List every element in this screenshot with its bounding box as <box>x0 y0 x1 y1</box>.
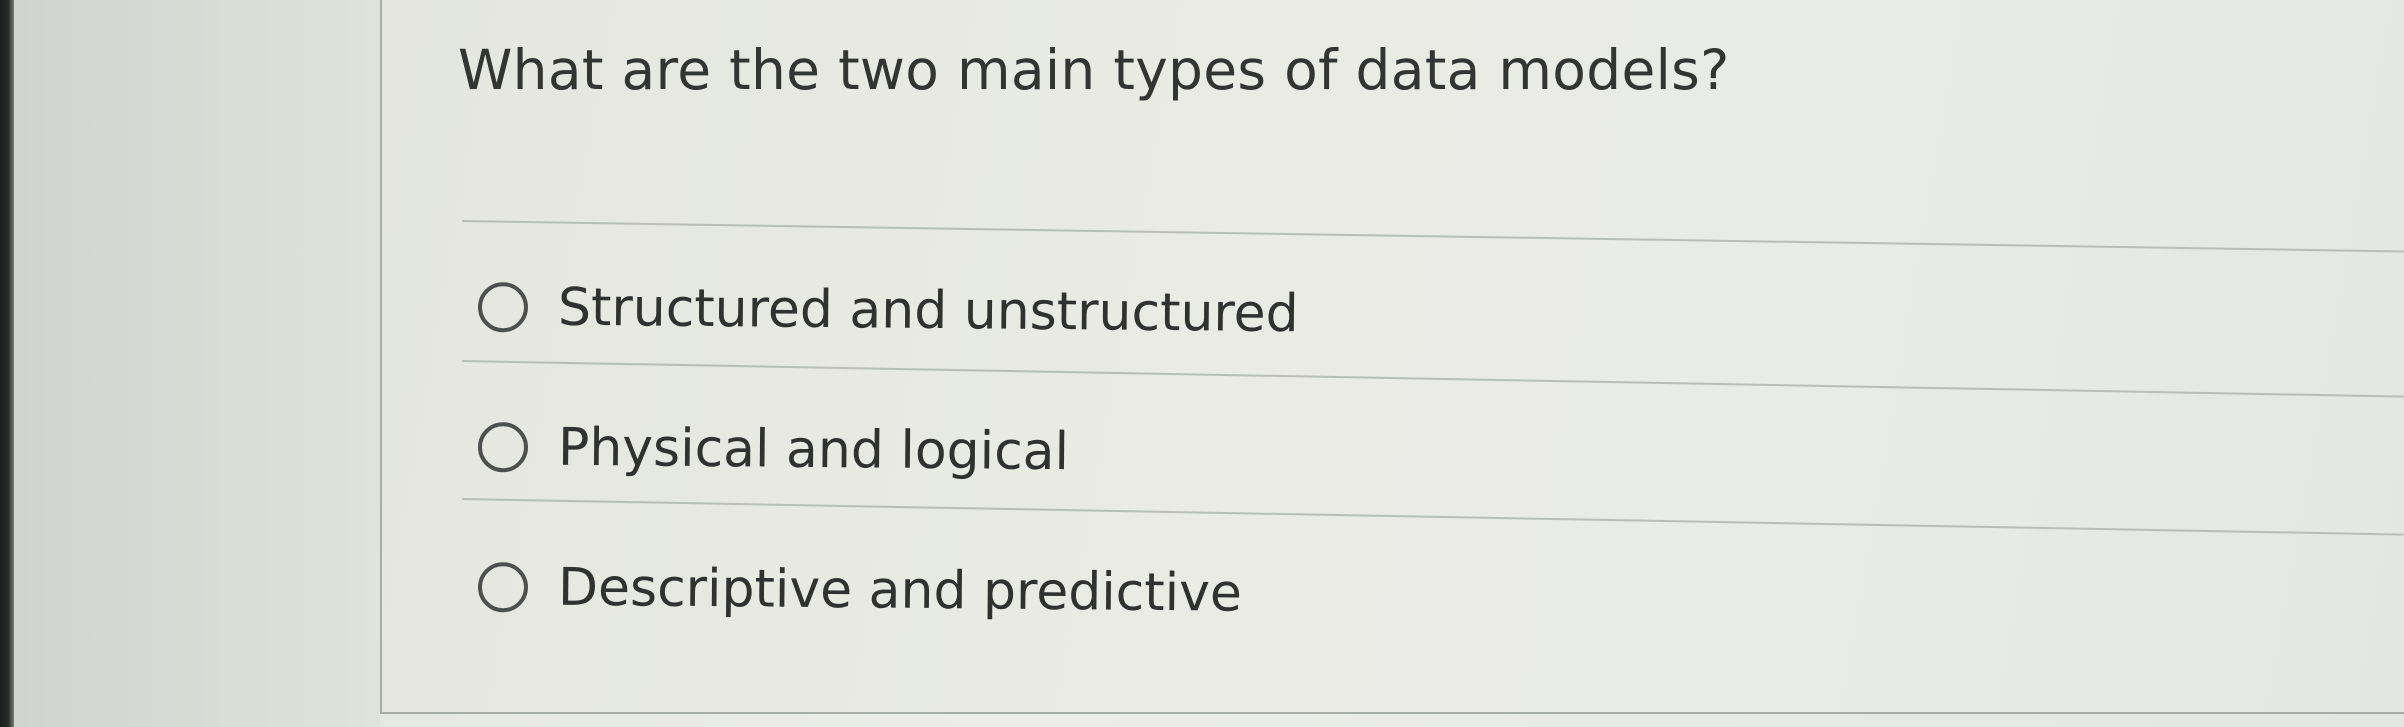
answer-option-label: Descriptive and predictive <box>557 557 1243 624</box>
question-title: What are the two main types of data mode… <box>458 38 1730 102</box>
radio-button-icon[interactable] <box>477 282 529 333</box>
page-left-margin <box>14 0 380 727</box>
answer-option-descriptive-predictive[interactable]: Descriptive and predictive <box>477 552 1243 629</box>
answer-option-physical-logical[interactable]: Physical and logical <box>477 412 1070 487</box>
answer-option-label: Structured and unstructured <box>557 277 1299 345</box>
answer-option-structured-unstructured[interactable]: Structured and unstructured <box>477 272 1299 349</box>
answer-option-label: Physical and logical <box>557 417 1070 483</box>
radio-button-icon[interactable] <box>477 422 529 473</box>
radio-button-icon[interactable] <box>477 562 529 613</box>
screen-bezel-edge <box>0 0 14 727</box>
